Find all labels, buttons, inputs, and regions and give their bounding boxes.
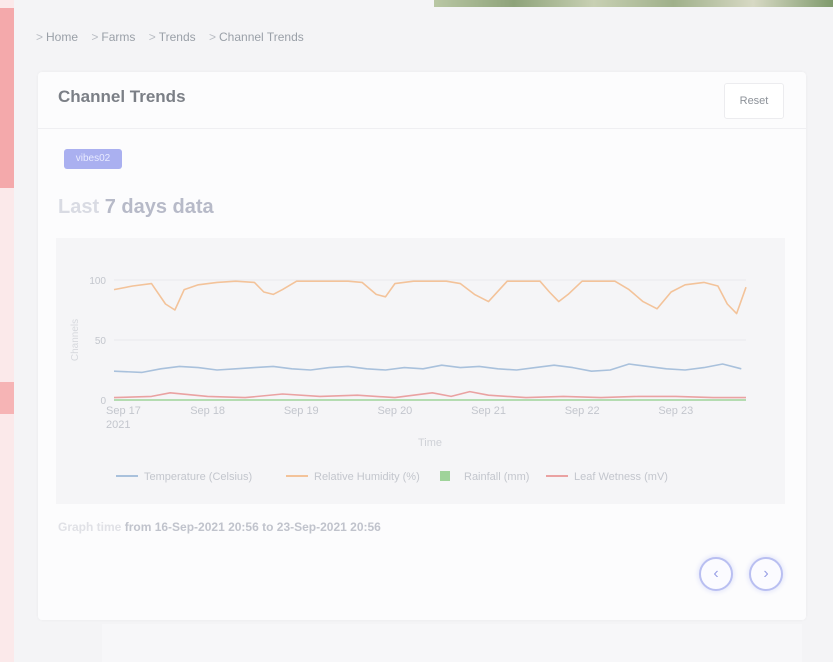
breadcrumb-separator: > xyxy=(148,30,156,44)
x-tick-label: Sep 22 xyxy=(565,405,600,417)
x-tick-label: Sep 19 xyxy=(284,405,319,417)
sidebar-strip xyxy=(0,0,14,662)
chevron-right-icon: › xyxy=(763,565,769,582)
channel-trends-card: Channel Trends Reset vibes02 Last 7 days… xyxy=(38,72,806,620)
card-header: Channel Trends Reset xyxy=(38,72,806,129)
series-line-leaf_wetness xyxy=(113,390,746,399)
graph-time-range: Graph time from 16-Sep-2021 20:56 to 23-… xyxy=(58,520,381,534)
header-image xyxy=(434,0,833,7)
x-tick-label: Sep 18 xyxy=(190,405,225,417)
legend-label: Temperature (Celsius) xyxy=(144,471,252,483)
page-footer xyxy=(102,624,802,662)
series-line-temperature xyxy=(113,363,742,374)
chevron-left-icon: ‹ xyxy=(713,565,719,582)
y-axis-label: Channels xyxy=(70,319,81,361)
breadcrumb-trends[interactable]: Trends xyxy=(159,30,196,44)
y-tick-label: 100 xyxy=(89,276,106,287)
breadcrumb: > Home > Farms > Trends > Channel Trends xyxy=(36,30,314,44)
period-heading: Last 7 days data xyxy=(58,196,214,219)
breadcrumb-separator: > xyxy=(36,30,44,44)
y-tick-label: 50 xyxy=(95,336,107,347)
sidebar-accent-mid xyxy=(0,382,14,414)
period-emphasis: 7 days data xyxy=(104,196,214,218)
page-title: Channel Trends xyxy=(58,87,186,106)
series-line-humidity xyxy=(113,280,747,315)
chart-svg: 050100Sep 172021Sep 18 Sep 19 Sep 20 Sep 21… xyxy=(70,276,747,483)
breadcrumb-separator: > xyxy=(91,30,99,44)
next-button[interactable]: › xyxy=(749,557,783,591)
sidebar-accent-top xyxy=(0,8,14,188)
breadcrumb-channel-trends: Channel Trends xyxy=(219,30,304,44)
x-tick-label: Sep 17 xyxy=(106,405,141,417)
x-tick-label: Sep 23 xyxy=(658,405,693,417)
breadcrumb-home[interactable]: Home xyxy=(46,30,78,44)
legend-marker-rainfall xyxy=(440,471,450,481)
x-tick-label: Sep 21 xyxy=(471,405,506,417)
device-badge[interactable]: vibes02 xyxy=(64,149,122,169)
graph-time-prefix: Graph time xyxy=(58,520,122,534)
legend-label: Relative Humidity (%) xyxy=(314,471,420,483)
reset-button[interactable]: Reset xyxy=(724,83,784,119)
previous-button[interactable]: ‹ xyxy=(699,557,733,591)
x-tick-sublabel: 2021 xyxy=(106,419,130,431)
period-prefix: Last xyxy=(58,196,100,218)
x-tick-label: Sep 20 xyxy=(377,405,412,417)
breadcrumb-farms[interactable]: Farms xyxy=(101,30,135,44)
trend-chart: 0 50 100 Sep 17 2021 Sep 18 Sep 19 Sep 20 Sep 21… xyxy=(56,238,785,504)
legend-label: Leaf Wetness (mV) xyxy=(574,471,668,483)
x-axis-label: Time xyxy=(418,437,442,449)
legend-label: Rainfall (mm) xyxy=(464,471,529,483)
graph-time-text: from 16-Sep-2021 20:56 to 23-Sep-2021 20… xyxy=(124,520,381,534)
breadcrumb-separator: > xyxy=(209,30,217,44)
